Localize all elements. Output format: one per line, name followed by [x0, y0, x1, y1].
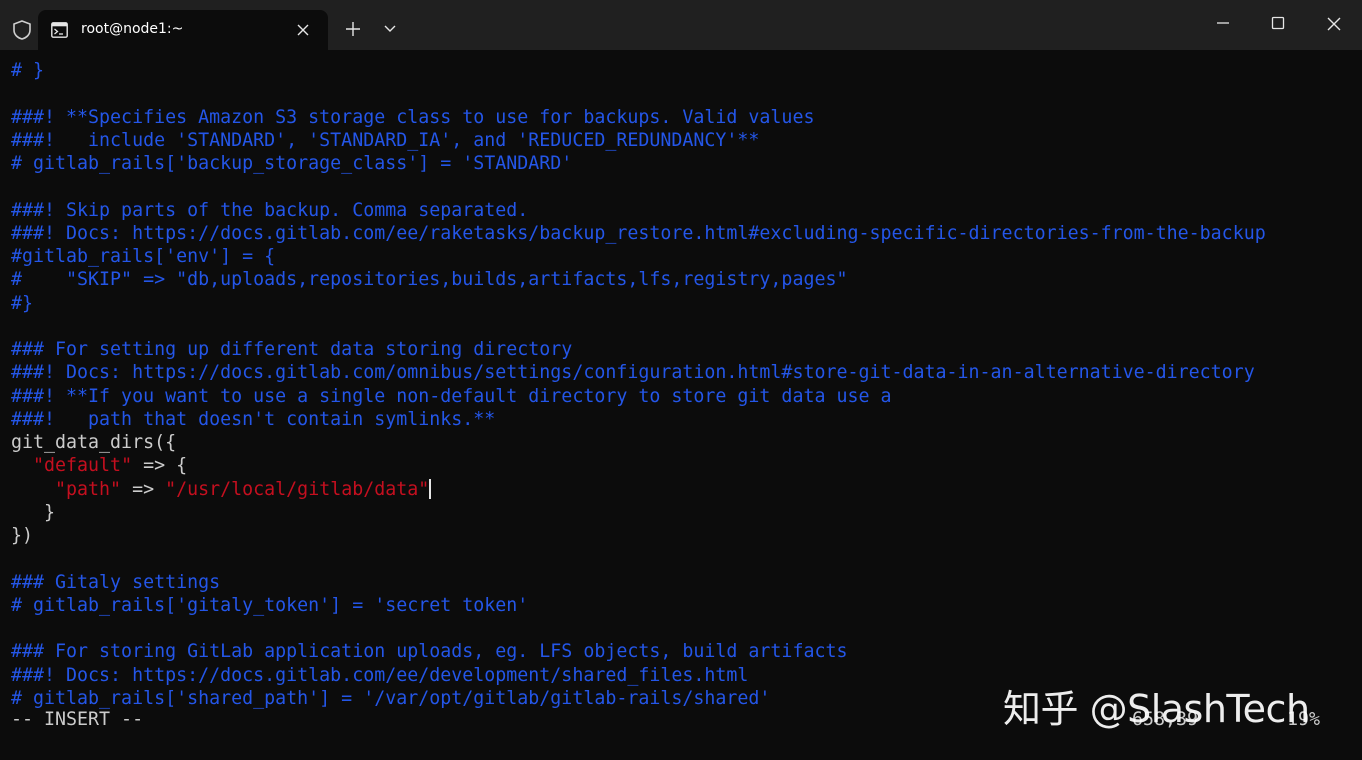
code-line: "path" => "/usr/local/gitlab/data"	[11, 478, 1266, 501]
code-token: ###! Docs: https://docs.gitlab.com/ee/de…	[11, 665, 748, 686]
code-token: ###! include 'STANDARD', 'STANDARD_IA', …	[11, 130, 759, 151]
editor-lines: # } ###! **Specifies Amazon S3 storage c…	[11, 59, 1266, 710]
code-token: #gitlab_rails['env'] = {	[11, 246, 275, 267]
code-token: ### Gitaly settings	[11, 572, 220, 593]
code-line: # gitlab_rails['gitaly_token'] = 'secret…	[11, 594, 1266, 617]
code-token: ###! **If you want to use a single non-d…	[11, 386, 892, 407]
code-token	[11, 479, 55, 500]
tab-close-icon[interactable]	[296, 23, 310, 37]
code-line: # gitlab_rails['backup_storage_class'] =…	[11, 152, 1266, 175]
shield-icon	[11, 19, 33, 41]
code-token: # "SKIP" => "db,uploads,repositories,bui…	[11, 269, 847, 290]
watermark: 知乎 @SlashTech	[1003, 678, 1310, 733]
code-line: })	[11, 524, 1266, 547]
code-line: ###! Skip parts of the backup. Comma sep…	[11, 199, 1266, 222]
minimize-icon[interactable]	[1215, 15, 1231, 31]
code-token	[11, 455, 33, 476]
code-line: ###! path that doesn't contain symlinks.…	[11, 408, 1266, 431]
code-line: ###! **If you want to use a single non-d…	[11, 385, 1266, 408]
code-token: "default"	[33, 455, 132, 476]
chevron-down-icon[interactable]	[383, 24, 397, 34]
code-token: ###! Docs: https://docs.gitlab.com/omnib…	[11, 362, 1255, 383]
title-bar: root@node1:~	[0, 0, 1362, 50]
code-line: #gitlab_rails['env'] = {	[11, 245, 1266, 268]
terminal-icon	[51, 22, 68, 38]
text-cursor	[429, 479, 431, 499]
code-token: # gitlab_rails['backup_storage_class'] =…	[11, 153, 572, 174]
code-token: ### For setting up different data storin…	[11, 339, 572, 360]
code-line: ###! Docs: https://docs.gitlab.com/ee/ra…	[11, 222, 1266, 245]
code-line: #}	[11, 292, 1266, 315]
code-line: ### For setting up different data storin…	[11, 338, 1266, 361]
code-line: ###! include 'STANDARD', 'STANDARD_IA', …	[11, 129, 1266, 152]
code-token: })	[11, 525, 33, 546]
code-line: git_data_dirs({	[11, 431, 1266, 454]
code-line: ###! **Specifies Amazon S3 storage class…	[11, 106, 1266, 129]
code-token: # gitlab_rails['shared_path'] = '/var/op…	[11, 688, 770, 709]
close-icon[interactable]	[1325, 15, 1343, 33]
code-token: #}	[11, 293, 33, 314]
code-line	[11, 547, 1266, 570]
code-line: ### For storing GitLab application uploa…	[11, 640, 1266, 663]
code-token: =>	[121, 479, 165, 500]
code-line	[11, 175, 1266, 198]
code-line: }	[11, 501, 1266, 524]
code-line: ###! Docs: https://docs.gitlab.com/omnib…	[11, 361, 1266, 384]
code-token: # }	[11, 60, 44, 81]
maximize-icon[interactable]	[1270, 15, 1286, 31]
code-token: git_data_dirs({	[11, 432, 176, 453]
plus-icon[interactable]	[345, 21, 361, 37]
code-line: # }	[11, 59, 1266, 82]
code-token: ###! Docs: https://docs.gitlab.com/ee/ra…	[11, 223, 1266, 244]
vim-mode-indicator: -- INSERT --	[11, 709, 143, 730]
code-token: ###! path that doesn't contain symlinks.…	[11, 409, 495, 430]
terminal-area[interactable]: # } ###! **Specifies Amazon S3 storage c…	[0, 50, 1362, 760]
code-line	[11, 617, 1266, 640]
code-token: }	[11, 502, 55, 523]
code-token: "path"	[55, 479, 121, 500]
code-token: # gitlab_rails['gitaly_token'] = 'secret…	[11, 595, 528, 616]
tab-title: root@node1:~	[81, 21, 183, 37]
code-token: ### For storing GitLab application uploa…	[11, 641, 847, 662]
code-line: # "SKIP" => "db,uploads,repositories,bui…	[11, 268, 1266, 291]
code-line	[11, 82, 1266, 105]
code-token: ###! Skip parts of the backup. Comma sep…	[11, 200, 528, 221]
terminal-tab[interactable]: root@node1:~	[38, 10, 328, 50]
code-token: ###! **Specifies Amazon S3 storage class…	[11, 107, 814, 128]
code-token: "/usr/local/gitlab/data"	[165, 479, 429, 500]
code-line: "default" => {	[11, 454, 1266, 477]
code-token: => {	[132, 455, 187, 476]
code-line: ### Gitaly settings	[11, 571, 1266, 594]
code-line	[11, 315, 1266, 338]
